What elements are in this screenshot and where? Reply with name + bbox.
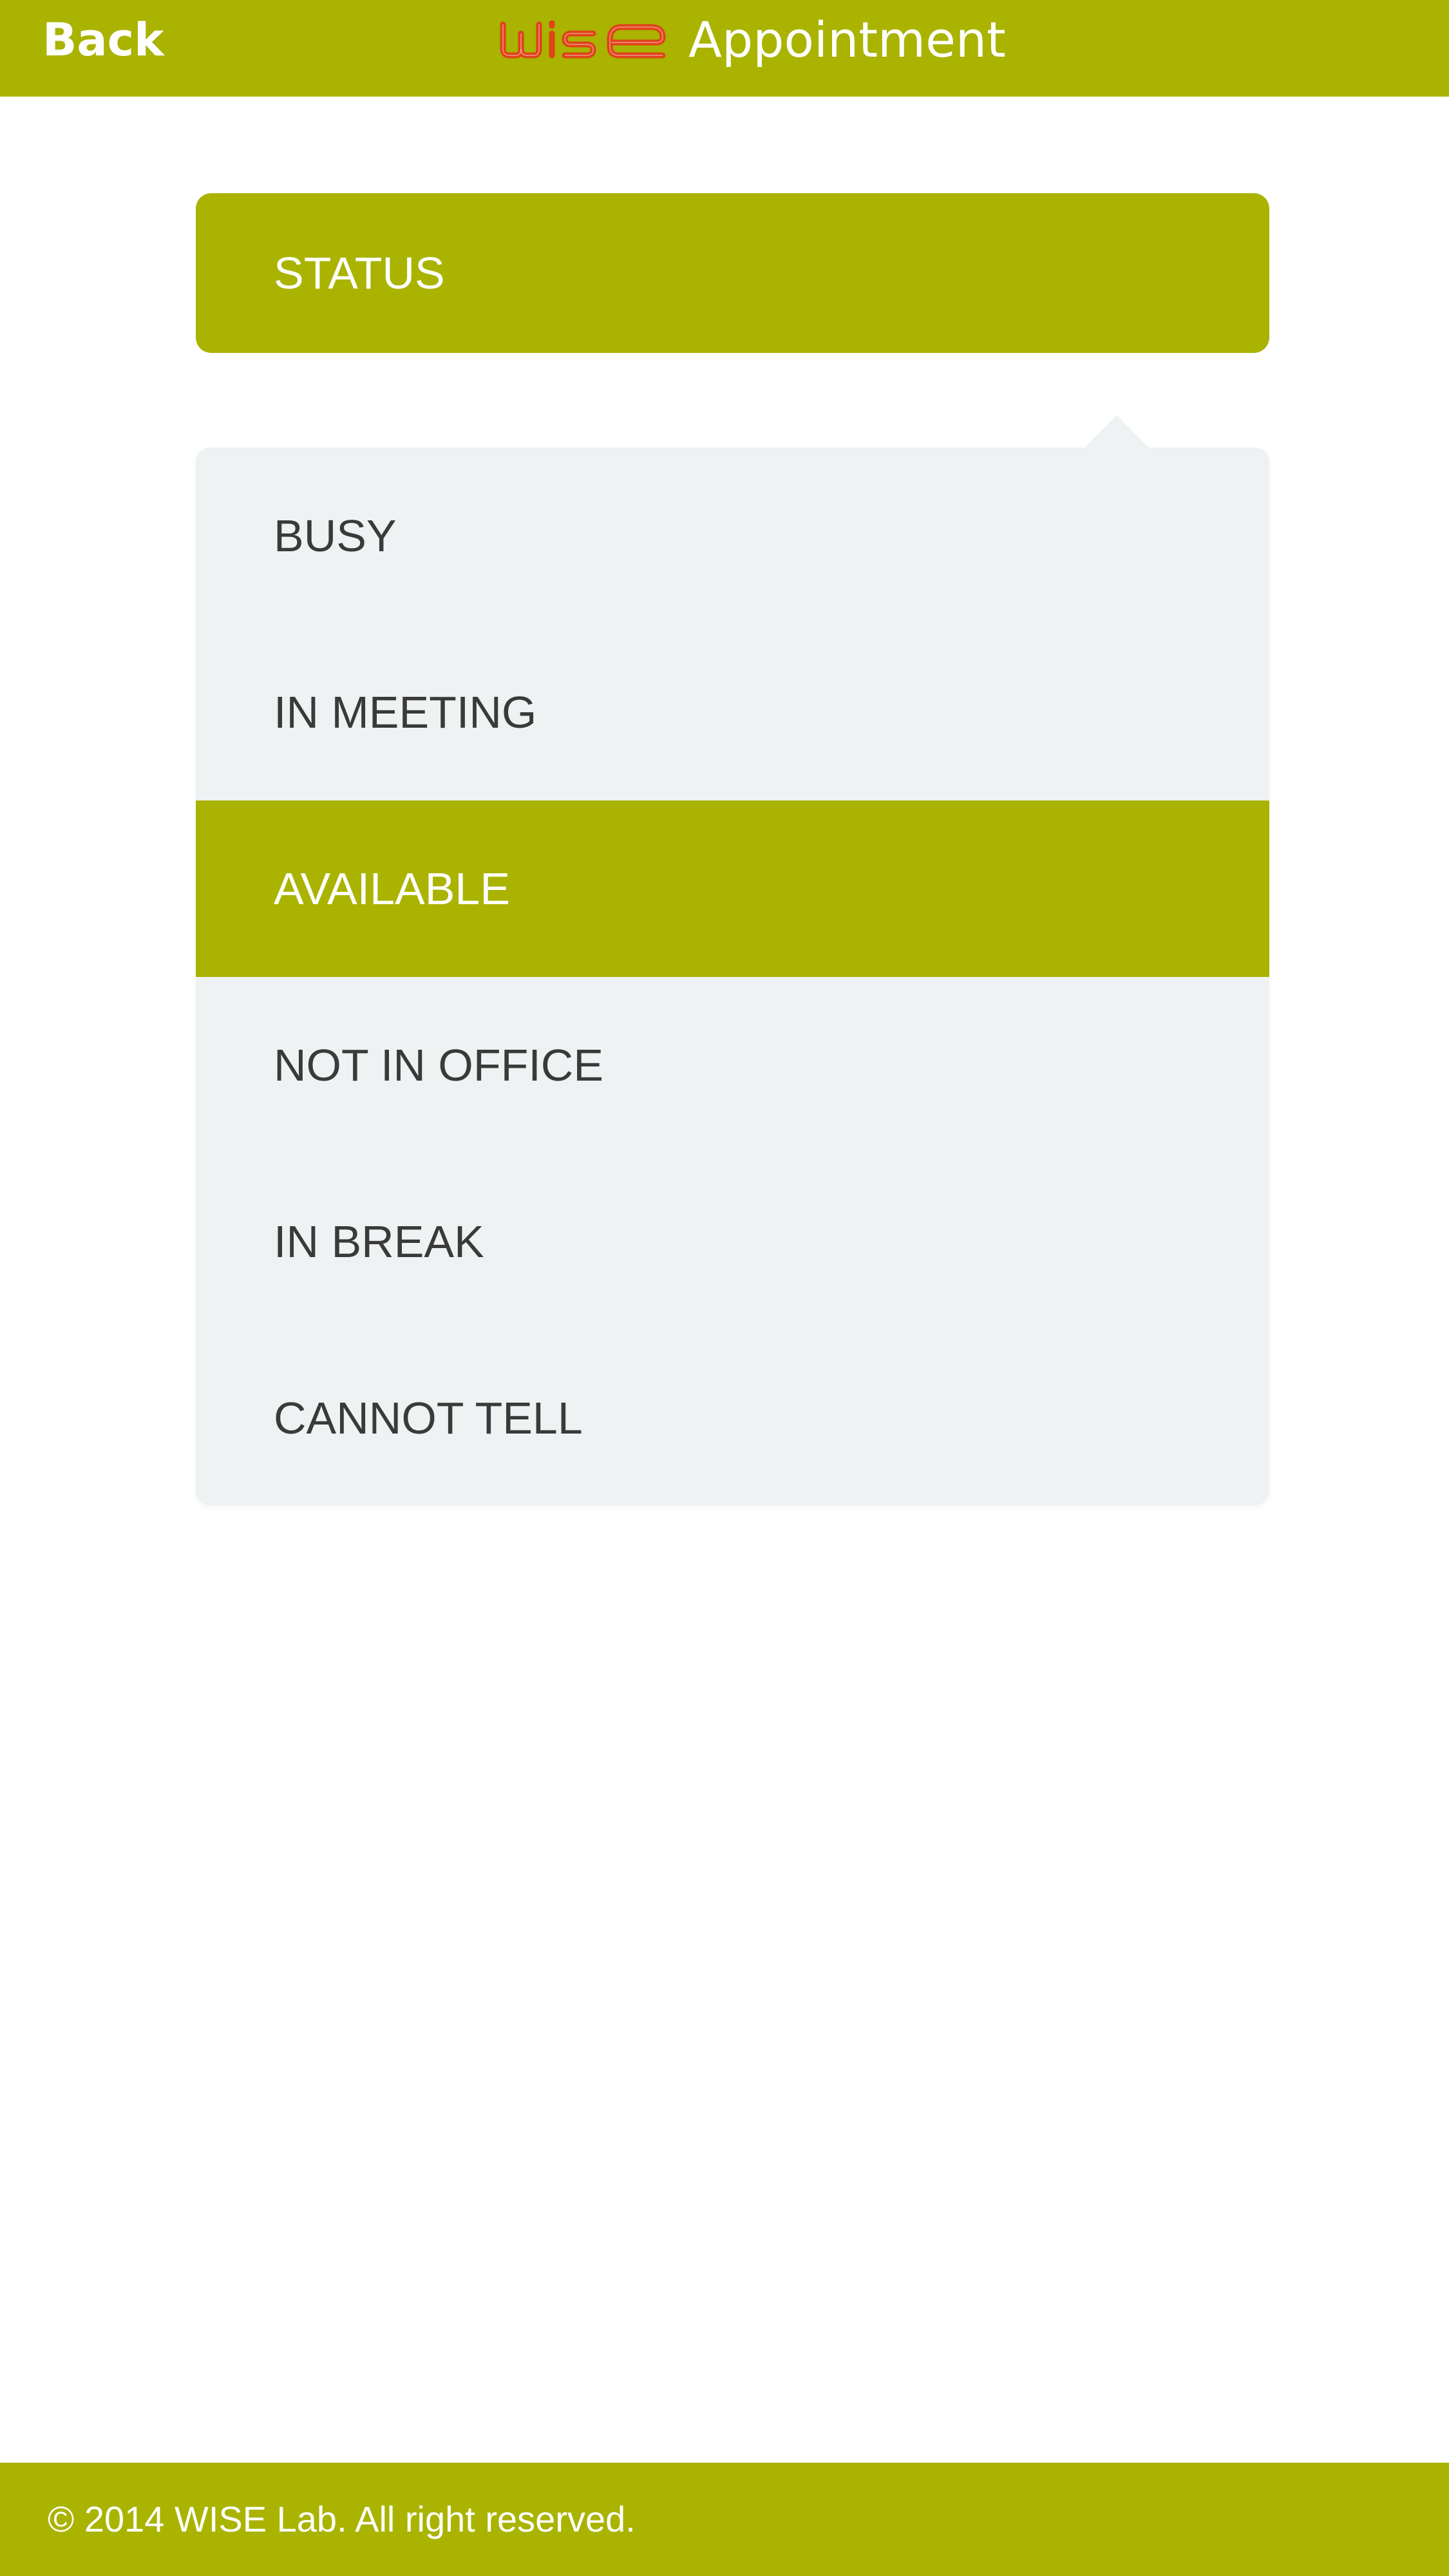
page-title: Appointment <box>688 11 1006 68</box>
app-header: Back Appointment <box>0 0 1449 97</box>
status-option-busy[interactable]: BUSY <box>196 448 1269 624</box>
dropdown-caret <box>1083 415 1150 449</box>
option-label: IN MEETING <box>274 687 537 737</box>
wise-logo <box>500 20 666 59</box>
option-label: NOT IN OFFICE <box>274 1040 604 1090</box>
option-label: BUSY <box>274 511 397 561</box>
status-button-label: STATUS <box>274 248 445 298</box>
status-option-in-meeting[interactable]: IN MEETING <box>196 624 1269 800</box>
back-button[interactable]: Back <box>43 0 164 80</box>
option-label: IN BREAK <box>274 1217 484 1267</box>
app-footer: © 2014 WISE Lab. All right reserved. <box>0 2463 1449 2576</box>
status-option-in-break[interactable]: IN BREAK <box>196 1153 1269 1330</box>
status-dropdown-button[interactable]: STATUS <box>196 193 1269 353</box>
status-option-not-in-office[interactable]: NOT IN OFFICE <box>196 977 1269 1153</box>
copyright-text: © 2014 WISE Lab. All right reserved. <box>48 2499 636 2539</box>
status-option-cannot-tell[interactable]: CANNOT TELL <box>196 1330 1269 1506</box>
option-label: CANNOT TELL <box>274 1393 583 1443</box>
status-option-available[interactable]: AVAILABLE <box>196 800 1269 977</box>
status-dropdown-menu: BUSY IN MEETING AVAILABLE NOT IN OFFICE … <box>196 415 1269 1506</box>
option-label: AVAILABLE <box>274 864 511 914</box>
brand: Appointment <box>499 0 1006 80</box>
